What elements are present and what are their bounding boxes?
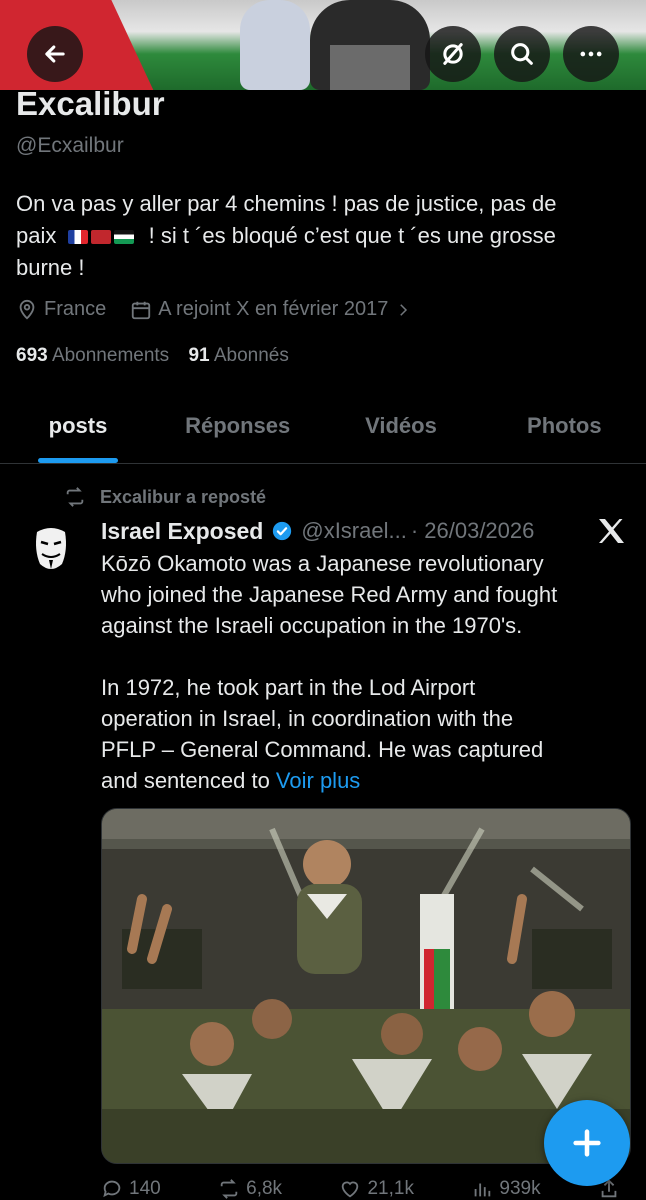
- palestine-flag-icon: [114, 230, 135, 245]
- avatar[interactable]: [22, 520, 80, 578]
- join-date[interactable]: A rejoint X en février 2017: [130, 298, 412, 321]
- repost-icon: [66, 487, 84, 507]
- reply-icon: [103, 1180, 121, 1198]
- profile-meta: France A rejoint X en février 2017: [16, 298, 630, 321]
- followers-link[interactable]: 91 Abonnés: [188, 345, 288, 366]
- guy-fawkes-mask-icon: [22, 520, 80, 578]
- like-button[interactable]: 21,1k: [339, 1178, 414, 1200]
- heart-icon: [342, 1181, 359, 1198]
- repost-label: Excalibur a reposté: [100, 486, 267, 507]
- post-author-handle[interactable]: @xIsrael...: [301, 518, 406, 544]
- location-pin-icon: [19, 299, 35, 320]
- back-button[interactable]: [27, 26, 83, 82]
- profile-bio: On va pas y aller par 4 chemins ! pas de…: [16, 188, 630, 284]
- following-label: Abonnements: [51, 345, 170, 366]
- post-author-name[interactable]: Israel Exposed: [101, 518, 263, 545]
- repost-icon: [220, 1179, 238, 1199]
- banner-figure-child: [240, 0, 310, 90]
- morocco-flag-icon: [91, 230, 112, 245]
- post-date: · 26/03/2026: [410, 518, 535, 543]
- like-count: 21,1k: [367, 1178, 414, 1199]
- post-actions: 140 6,8k 21,1k 939k: [101, 1178, 626, 1200]
- chevron-right-icon: [400, 303, 408, 316]
- views-count: 939k: [499, 1178, 541, 1199]
- location: France: [16, 298, 106, 321]
- banner-flag-red: [0, 0, 177, 90]
- tab-photos-label: Photos: [527, 413, 602, 438]
- post[interactable]: Israel Exposed @xIsrael... · 26/03/2026 …: [101, 514, 626, 796]
- banner-figure-legs: [330, 45, 410, 90]
- arrow-left-icon: [45, 45, 65, 63]
- post-text: Kōzō Okamoto was a Japanese revolutionar…: [101, 548, 626, 796]
- views-button[interactable]: 939k: [471, 1178, 541, 1200]
- followers-count: 91: [188, 345, 210, 366]
- profile-banner[interactable]: [0, 0, 646, 90]
- tab-posts-label: posts: [48, 413, 108, 438]
- search-button[interactable]: [494, 26, 550, 82]
- follow-stats: 693 Abonnements 91 Abonnés: [16, 345, 630, 367]
- tab-photos[interactable]: Photos: [483, 400, 646, 463]
- repost-indicator: Excalibur a reposté: [64, 486, 266, 508]
- reply-count: 140: [129, 1178, 161, 1199]
- bio-line-2: paix ! si t ´es bloqué c’est que t ´es u…: [16, 220, 630, 252]
- bio-line-3: burne !: [16, 255, 85, 280]
- bio-line-2-suffix: ! si t ´es bloqué c’est que t ´es une gr…: [148, 223, 556, 248]
- following-link[interactable]: 693 Abonnements: [16, 345, 169, 366]
- repost-button[interactable]: 6,8k: [218, 1178, 282, 1200]
- tab-replies-label: Réponses: [185, 413, 291, 438]
- post-image[interactable]: [101, 808, 631, 1164]
- join-date-text: A rejoint X en février 2017: [158, 298, 389, 320]
- compose-button[interactable]: [544, 1100, 630, 1186]
- grok-icon: [443, 43, 463, 65]
- active-tab-indicator: [38, 458, 118, 463]
- bio-line-2-prefix: paix: [16, 223, 57, 248]
- more-icon: [580, 51, 602, 57]
- bio-line-1: On va pas y aller par 4 chemins ! pas de…: [16, 191, 557, 216]
- profile-name: Excalibur: [16, 85, 165, 122]
- calendar-icon: [132, 301, 151, 319]
- followers-label: Abonnés: [213, 345, 289, 366]
- show-more-link[interactable]: Voir plus: [276, 768, 360, 793]
- post-body: Kōzō Okamoto was a Japanese revolutionar…: [101, 551, 558, 793]
- views-chart-icon: [475, 1183, 491, 1197]
- verified-badge-icon: [273, 521, 292, 541]
- post-header: Israel Exposed @xIsrael... · 26/03/2026: [101, 514, 626, 548]
- tab-posts[interactable]: posts: [0, 400, 156, 463]
- repost-count: 6,8k: [246, 1178, 283, 1199]
- tab-videos[interactable]: Vidéos: [319, 400, 482, 463]
- following-count: 693: [16, 345, 48, 366]
- grok-button[interactable]: [425, 26, 481, 82]
- x-logo-icon[interactable]: [596, 516, 626, 546]
- tab-videos-label: Vidéos: [365, 413, 437, 438]
- profile-handle: @Ecxailbur: [16, 134, 124, 157]
- profile-info: Excalibur @Ecxailbur On va pas y aller p…: [16, 86, 630, 367]
- reply-button[interactable]: 140: [101, 1178, 161, 1200]
- profile-tabs: posts Réponses Vidéos Photos: [0, 400, 646, 464]
- search-icon: [511, 43, 533, 65]
- france-flag-icon: [68, 230, 89, 245]
- post-photo: [102, 809, 630, 1163]
- plus-icon: [573, 1129, 601, 1157]
- more-button[interactable]: [563, 26, 619, 82]
- location-text: France: [44, 298, 107, 320]
- tab-replies[interactable]: Réponses: [156, 400, 319, 463]
